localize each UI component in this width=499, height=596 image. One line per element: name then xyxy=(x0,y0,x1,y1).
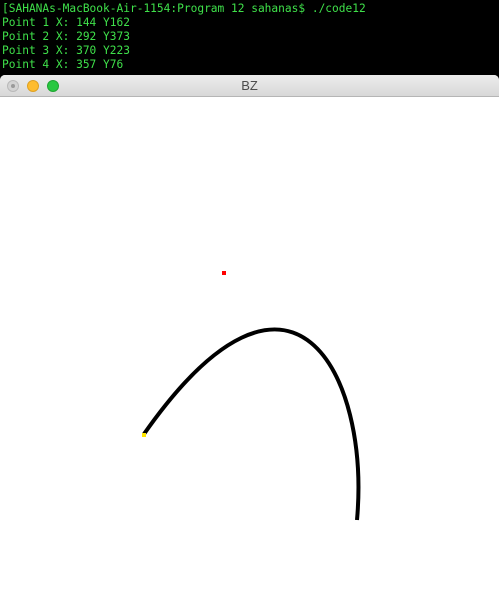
terminal-window: [SAHANAs-MacBook-Air-1154:Program 12 sah… xyxy=(0,0,499,75)
window-title: BZ xyxy=(241,78,258,93)
terminal-output-line: Point 4 X: 357 Y76 xyxy=(2,58,124,71)
terminal-output-line: Point 1 X: 144 Y162 xyxy=(2,16,130,29)
app-window-bz: BZ xyxy=(0,75,499,596)
bezier-curve xyxy=(142,327,361,521)
terminal-output-line: Point 3 X: 370 Y223 xyxy=(2,44,130,57)
drawing-canvas[interactable] xyxy=(0,97,499,596)
bezier-drawing xyxy=(142,271,361,521)
start-point-marker xyxy=(142,433,146,437)
control-point-marker xyxy=(222,271,226,275)
window-titlebar[interactable]: BZ xyxy=(0,75,499,97)
terminal-prompt: [SAHANAs-MacBook-Air-1154:Program 12 sah… xyxy=(2,2,366,15)
terminal-output-line: Point 2 X: 292 Y373 xyxy=(2,30,130,43)
